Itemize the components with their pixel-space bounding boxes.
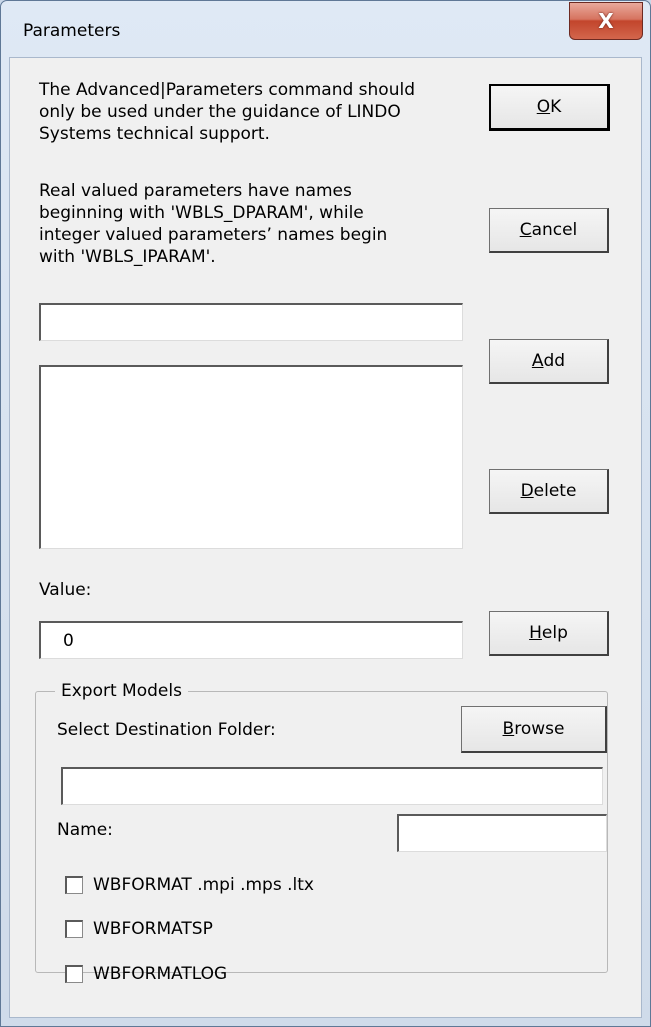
add-label: dd xyxy=(543,351,566,371)
help-label: elp xyxy=(541,623,568,643)
value-input[interactable]: 0 xyxy=(39,621,463,659)
browse-mnemonic: B xyxy=(502,719,515,739)
cancel-mnemonic: C xyxy=(519,220,532,240)
wbformatlog-checkbox[interactable] xyxy=(65,965,83,983)
info-line-1: The Advanced|Parameters command should xyxy=(39,80,416,100)
browse-button[interactable]: Browse xyxy=(461,706,607,753)
wbformat-checkbox[interactable] xyxy=(65,876,83,894)
parameter-list[interactable] xyxy=(39,365,463,549)
window-title: Parameters xyxy=(23,21,121,41)
wbformat-label: WBFORMAT .mpi .mps .ltx xyxy=(93,875,314,895)
cancel-button[interactable]: Cancel xyxy=(489,208,609,253)
help-mnemonic: H xyxy=(529,623,542,643)
delete-label: elete xyxy=(533,481,577,501)
value-label: Value: xyxy=(39,580,92,600)
cancel-label: ancel xyxy=(531,220,578,240)
format-option-wbformatlog[interactable]: WBFORMATLOG xyxy=(65,964,227,984)
info-line-2: only be used under the guidance of LINDO xyxy=(39,102,401,122)
format-option-wbformat[interactable]: WBFORMAT .mpi .mps .ltx xyxy=(65,875,314,895)
export-models-legend: Export Models xyxy=(55,681,188,701)
title-bar[interactable]: Parameters X xyxy=(1,1,650,57)
model-name-label: Name: xyxy=(57,820,113,840)
wbformatsp-label: WBFORMATSP xyxy=(93,919,213,939)
delete-button[interactable]: Delete xyxy=(489,469,609,514)
info-line-4: Real valued parameters have names xyxy=(39,181,352,201)
info-line-5: beginning with 'WBLS_DPARAM', while xyxy=(39,203,364,223)
info-line-7: with 'WBLS_IPARAM'. xyxy=(39,247,216,267)
parameter-name-input[interactable] xyxy=(39,303,463,341)
ok-mnemonic: O xyxy=(536,97,551,117)
close-icon: X xyxy=(598,9,614,33)
info-line-3: Systems technical support. xyxy=(39,124,270,144)
help-button[interactable]: Help xyxy=(489,611,609,656)
wbformatsp-checkbox[interactable] xyxy=(65,920,83,938)
info-line-6: integer valued parameters’ names begin xyxy=(39,225,388,245)
wbformatlog-label: WBFORMATLOG xyxy=(93,964,228,984)
ok-button[interactable]: OK xyxy=(489,84,610,131)
ok-label: K xyxy=(550,97,562,117)
add-mnemonic: A xyxy=(531,351,544,371)
format-option-wbformatsp[interactable]: WBFORMATSP xyxy=(65,919,213,939)
destination-folder-label: Select Destination Folder: xyxy=(57,720,276,740)
destination-folder-input[interactable] xyxy=(61,767,603,805)
browse-label: rowse xyxy=(514,719,565,739)
close-button[interactable]: X xyxy=(569,2,643,40)
add-button[interactable]: Add xyxy=(489,339,609,384)
delete-mnemonic: D xyxy=(520,481,534,501)
model-name-input[interactable] xyxy=(397,814,607,852)
parameters-dialog: Parameters X The Advanced|Parameters com… xyxy=(0,0,651,1027)
